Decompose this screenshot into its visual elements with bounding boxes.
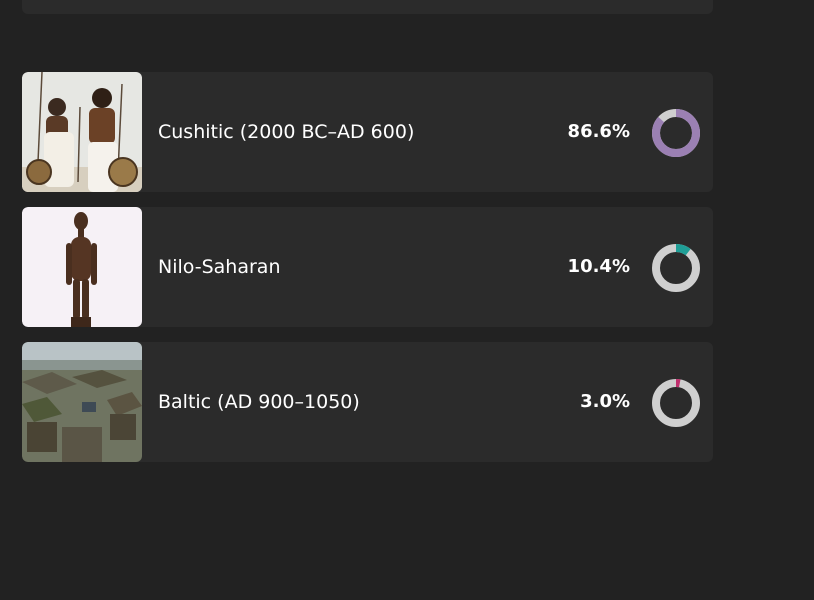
percentage-donut-chart bbox=[652, 109, 700, 157]
nilo-saharan-thumbnail-image bbox=[22, 207, 142, 327]
result-percentage: 3.0% bbox=[580, 391, 630, 412]
baltic-thumbnail-image bbox=[22, 342, 142, 462]
previous-result-card bbox=[22, 0, 713, 14]
result-row-nilo-saharan[interactable]: Nilo-Saharan 10.4% bbox=[22, 207, 713, 327]
result-percentage: 86.6% bbox=[567, 121, 630, 142]
percentage-donut-chart bbox=[652, 244, 700, 292]
result-label: Baltic (AD 900–1050) bbox=[158, 391, 360, 413]
percentage-donut-chart bbox=[652, 379, 700, 427]
cushitic-thumbnail-image bbox=[22, 72, 142, 192]
ancestry-results-page: Cushitic (2000 BC–AD 600) 86.6% Nilo-Sah… bbox=[0, 0, 814, 600]
ancestry-results-list: Cushitic (2000 BC–AD 600) 86.6% Nilo-Sah… bbox=[22, 72, 713, 477]
result-label: Nilo-Saharan bbox=[158, 256, 281, 278]
result-row-cushitic[interactable]: Cushitic (2000 BC–AD 600) 86.6% bbox=[22, 72, 713, 192]
result-row-baltic[interactable]: Baltic (AD 900–1050) 3.0% bbox=[22, 342, 713, 462]
result-label: Cushitic (2000 BC–AD 600) bbox=[158, 121, 415, 143]
result-percentage: 10.4% bbox=[567, 256, 630, 277]
